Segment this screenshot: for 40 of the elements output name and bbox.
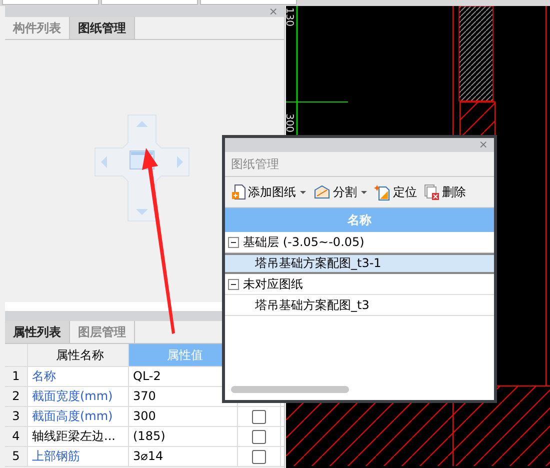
checkbox[interactable] bbox=[252, 430, 266, 444]
property-name: 截面高度(mm) bbox=[28, 407, 129, 426]
locate-drawing-icon bbox=[374, 184, 391, 200]
add-document-icon bbox=[231, 184, 246, 200]
property-value: 3⌀14 bbox=[129, 447, 238, 466]
row-number: 1 bbox=[5, 367, 28, 386]
toolbar-button[interactable]: 定位 bbox=[372, 184, 419, 200]
property-name: 名称 bbox=[28, 367, 129, 386]
checkbox[interactable] bbox=[252, 450, 266, 464]
property-value: (185) bbox=[129, 427, 238, 446]
tab[interactable]: 图纸管理 bbox=[70, 17, 135, 39]
column-header: 名称 bbox=[225, 208, 494, 232]
property-name: 上部钢筋 bbox=[28, 447, 129, 466]
dimension-label: 130 bbox=[284, 7, 294, 27]
row-number: 4 bbox=[5, 427, 28, 446]
caret-icon bbox=[300, 190, 306, 194]
dimension-label: 300 bbox=[284, 113, 294, 133]
tree-item[interactable]: 塔吊基础方案配图_t3 bbox=[225, 295, 494, 316]
row-number: 3 bbox=[5, 407, 28, 426]
navigation-pad-icon[interactable] bbox=[94, 114, 190, 222]
toolbar-button[interactable]: 删除 bbox=[422, 184, 468, 200]
dialog-title: 图纸管理 bbox=[225, 152, 494, 177]
delete-document-icon bbox=[424, 184, 440, 200]
column-header: 属性名称 bbox=[28, 344, 129, 366]
row-number: 5 bbox=[5, 447, 28, 466]
property-value: 300 bbox=[129, 407, 238, 426]
property-name: 截面宽度(mm) bbox=[28, 387, 129, 406]
tree-item[interactable]: 塔吊基础方案配图_t3-1 bbox=[225, 253, 494, 274]
toolbar-button[interactable]: 分割 bbox=[311, 184, 369, 200]
property-name: 轴线距梁左边... bbox=[28, 427, 129, 446]
tree-item[interactable]: 未对应图纸 bbox=[225, 274, 494, 295]
split-drawing-icon bbox=[313, 184, 331, 200]
collapse-icon[interactable] bbox=[228, 236, 239, 248]
toolbar-button[interactable]: 添加图纸 bbox=[229, 184, 308, 200]
scrollbar[interactable] bbox=[231, 386, 349, 393]
caret-icon bbox=[361, 190, 367, 194]
tab[interactable]: 属性列表 bbox=[5, 321, 70, 343]
collapse-icon[interactable] bbox=[228, 278, 239, 290]
checkbox[interactable] bbox=[252, 410, 266, 424]
row-number: 2 bbox=[5, 387, 28, 406]
